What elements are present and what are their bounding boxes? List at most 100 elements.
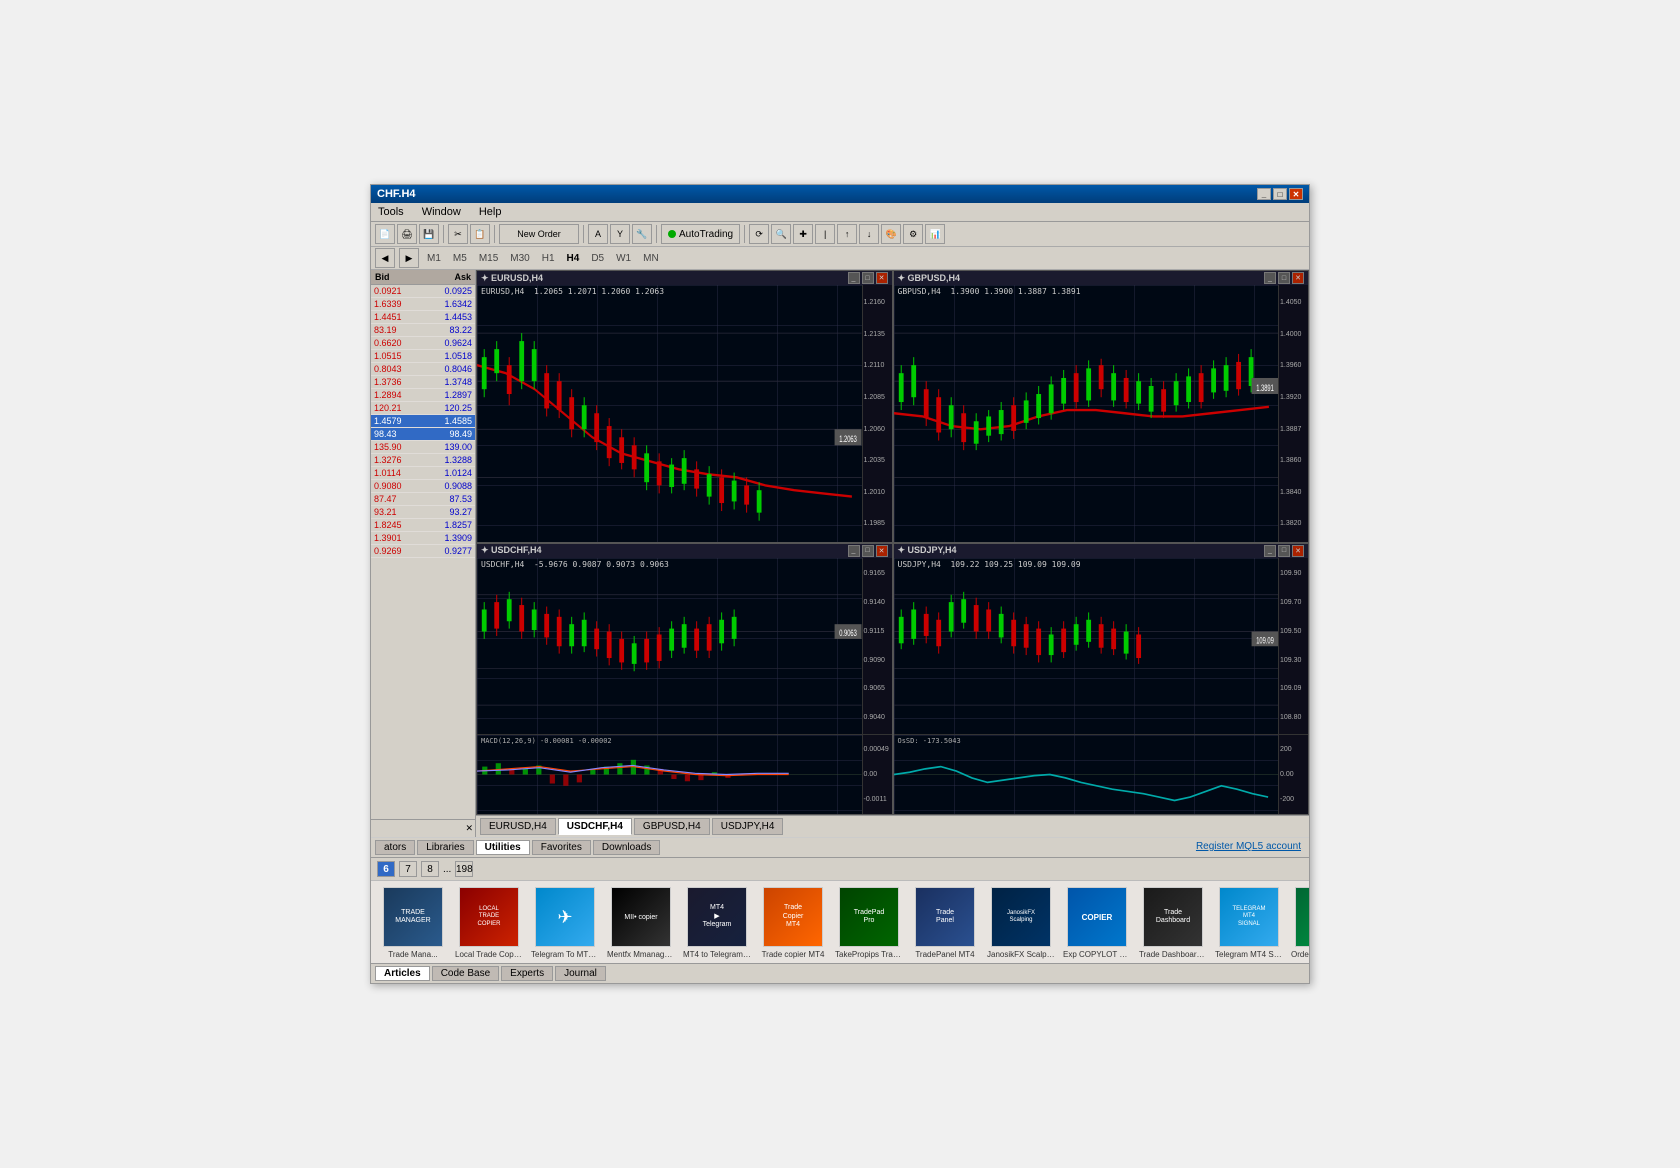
new-order-btn[interactable]: New Order <box>499 224 579 244</box>
eurusd-close-btn[interactable]: ✕ <box>876 272 888 284</box>
close-btn[interactable]: ✕ <box>1289 188 1303 200</box>
new-file-btn[interactable]: 📄 <box>375 224 395 244</box>
btab-favorites[interactable]: Favorites <box>532 840 591 855</box>
mw-row-15[interactable]: 1.01141.0124 <box>371 467 475 480</box>
mw-row-3[interactable]: 1.44511.4453 <box>371 311 475 324</box>
mw-row-21[interactable]: 0.92690.9277 <box>371 545 475 558</box>
page-8-btn[interactable]: 8 <box>421 861 439 877</box>
mw-row-1[interactable]: 0.09210.0925 <box>371 285 475 298</box>
market-item-copylot[interactable]: COPIER Exp COPYLOT CUE... <box>1061 887 1133 959</box>
zoom-chart-btn[interactable]: 🔍 <box>771 224 791 244</box>
mw-row-11[interactable]: 1.45791.4585 <box>371 415 475 428</box>
chart-settings-btn[interactable]: 🔧 <box>632 224 652 244</box>
market-item-order-manager[interactable]: OrderManager OrderManager MT4 <box>1289 887 1309 959</box>
market-item-telegram-signal[interactable]: TELEGRAMMT4SIGNAL Telegram MT4 Sig... <box>1213 887 1285 959</box>
usdchf-maximize-btn[interactable]: □ <box>862 545 874 557</box>
tf-m1[interactable]: M1 <box>423 253 445 264</box>
mw-scrollbar[interactable]: ✕ <box>371 819 475 837</box>
arrow-up-btn[interactable]: ↑ <box>837 224 857 244</box>
tab-eurusd[interactable]: EURUSD,H4 <box>480 818 556 835</box>
usdchf-minimize-btn[interactable]: _ <box>848 545 860 557</box>
mw-row-9[interactable]: 1.28941.2897 <box>371 389 475 402</box>
btab-indicators[interactable]: ators <box>375 840 415 855</box>
mw-row-17[interactable]: 87.4787.53 <box>371 493 475 506</box>
market-item-trade-dashboard[interactable]: TradeDashboard Trade Dashboard... <box>1137 887 1209 959</box>
page-6-btn[interactable]: 6 <box>377 861 395 877</box>
ftab-articles[interactable]: Articles <box>375 966 430 981</box>
gbpusd-maximize-btn[interactable]: □ <box>1278 272 1290 284</box>
menu-tools[interactable]: Tools <box>375 205 407 219</box>
btab-utilities[interactable]: Utilities <box>476 840 530 855</box>
mw-row-18[interactable]: 93.2193.27 <box>371 506 475 519</box>
tf-w1[interactable]: W1 <box>612 253 635 264</box>
market-item-takepropips[interactable]: TradePadPro TakePropips Trade... <box>833 887 905 959</box>
settings-btn[interactable]: ⚙ <box>903 224 923 244</box>
ftab-journal[interactable]: Journal <box>555 966 606 981</box>
usdjpy-chart-body[interactable]: USDJPY,H4 109.22 109.25 109.09 109.09 <box>894 558 1309 735</box>
page-198-btn[interactable]: 198 <box>455 861 473 877</box>
mw-row-12[interactable]: 98.4398.49 <box>371 428 475 441</box>
tf-m30[interactable]: M30 <box>506 253 533 264</box>
menu-window[interactable]: Window <box>419 205 464 219</box>
market-item-trade-manager[interactable]: TRADEMANAGER Trade Mana... <box>377 887 449 959</box>
menu-help[interactable]: Help <box>476 205 505 219</box>
usdchf-close-btn[interactable]: ✕ <box>876 545 888 557</box>
copy-btn[interactable]: 📋 <box>470 224 490 244</box>
mw-row-5[interactable]: 0.66200.9624 <box>371 337 475 350</box>
mw-row-2[interactable]: 1.63391.6342 <box>371 298 475 311</box>
gbpusd-minimize-btn[interactable]: _ <box>1264 272 1276 284</box>
market-item-mt4-telegram[interactable]: MT4▶Telegram MT4 to Telegram S... <box>681 887 753 959</box>
usdjpy-minimize-btn[interactable]: _ <box>1264 545 1276 557</box>
minimize-btn[interactable]: _ <box>1257 188 1271 200</box>
autotrading-btn[interactable]: AutoTrading <box>661 224 740 244</box>
mw-row-20[interactable]: 1.39011.3909 <box>371 532 475 545</box>
ftab-codebase[interactable]: Code Base <box>432 966 499 981</box>
mw-row-13[interactable]: 135.90139.00 <box>371 441 475 454</box>
cut-btn[interactable]: ✂ <box>448 224 468 244</box>
tab-usdchf[interactable]: USDCHF,H4 <box>558 818 632 835</box>
tf-h4[interactable]: H4 <box>563 253 584 264</box>
mw-row-7[interactable]: 0.80430.8046 <box>371 363 475 376</box>
page-7-btn[interactable]: 7 <box>399 861 417 877</box>
market-item-trade-copier[interactable]: TradeCopierMT4 Trade copier MT4 <box>757 887 829 959</box>
arrow-down-btn[interactable]: ↓ <box>859 224 879 244</box>
mw-row-6[interactable]: 1.05151.0518 <box>371 350 475 363</box>
gbpusd-close-btn[interactable]: ✕ <box>1292 272 1304 284</box>
eurusd-minimize-btn[interactable]: _ <box>848 272 860 284</box>
save-btn[interactable]: 💾 <box>419 224 439 244</box>
mw-row-8[interactable]: 1.37361.3748 <box>371 376 475 389</box>
mw-row-14[interactable]: 1.32761.3288 <box>371 454 475 467</box>
usdjpy-maximize-btn[interactable]: □ <box>1278 545 1290 557</box>
mw-row-10[interactable]: 120.21120.25 <box>371 402 475 415</box>
tf-nav-right[interactable]: ▶ <box>399 248 419 268</box>
market-item-local-copier[interactable]: LOCALTRADECOPIER Local Trade Copier... <box>453 887 525 959</box>
tab-gbpusd[interactable]: GBPUSD,H4 <box>634 818 710 835</box>
chart-type-btn[interactable]: 📊 <box>925 224 945 244</box>
mw-row-19[interactable]: 1.82451.8257 <box>371 519 475 532</box>
tf-nav-left[interactable]: ◀ <box>375 248 395 268</box>
tf-switch-btn[interactable]: ⟳ <box>749 224 769 244</box>
mw-row-4[interactable]: 83.1983.22 <box>371 324 475 337</box>
maximize-btn[interactable]: □ <box>1273 188 1287 200</box>
tab-usdjpy[interactable]: USDJPY,H4 <box>712 818 784 835</box>
print-btn[interactable]: 🖨 <box>397 224 417 244</box>
chart-tools-btn[interactable]: Y <box>610 224 630 244</box>
period-sep-btn[interactable]: | <box>815 224 835 244</box>
tf-m15[interactable]: M15 <box>475 253 502 264</box>
eurusd-chart-body[interactable]: EURUSD,H4 1.2065 1.2071 1.2060 1.2063 <box>477 285 892 542</box>
btab-libraries[interactable]: Libraries <box>417 840 473 855</box>
mw-close-btn[interactable]: ✕ <box>465 823 473 834</box>
tf-m5[interactable]: M5 <box>449 253 471 264</box>
usdjpy-close-btn[interactable]: ✕ <box>1292 545 1304 557</box>
market-item-mentfx[interactable]: MII• copier Mentfx Mmanage... <box>605 887 677 959</box>
register-mql5-link[interactable]: Register MQL5 account <box>1192 840 1305 855</box>
color-picker-btn[interactable]: 🎨 <box>881 224 901 244</box>
tf-h1[interactable]: H1 <box>538 253 559 264</box>
gbpusd-chart-body[interactable]: GBPUSD,H4 1.3900 1.3900 1.3887 1.3891 <box>894 285 1309 542</box>
tf-d1[interactable]: D5 <box>587 253 608 264</box>
market-item-telegram[interactable]: ✈ Telegram To MT4... <box>529 887 601 959</box>
market-item-tradepanel[interactable]: TradePanel TradePanel MT4 <box>909 887 981 959</box>
tf-mn[interactable]: MN <box>639 253 663 264</box>
mw-row-16[interactable]: 0.90800.9088 <box>371 480 475 493</box>
eurusd-maximize-btn[interactable]: □ <box>862 272 874 284</box>
